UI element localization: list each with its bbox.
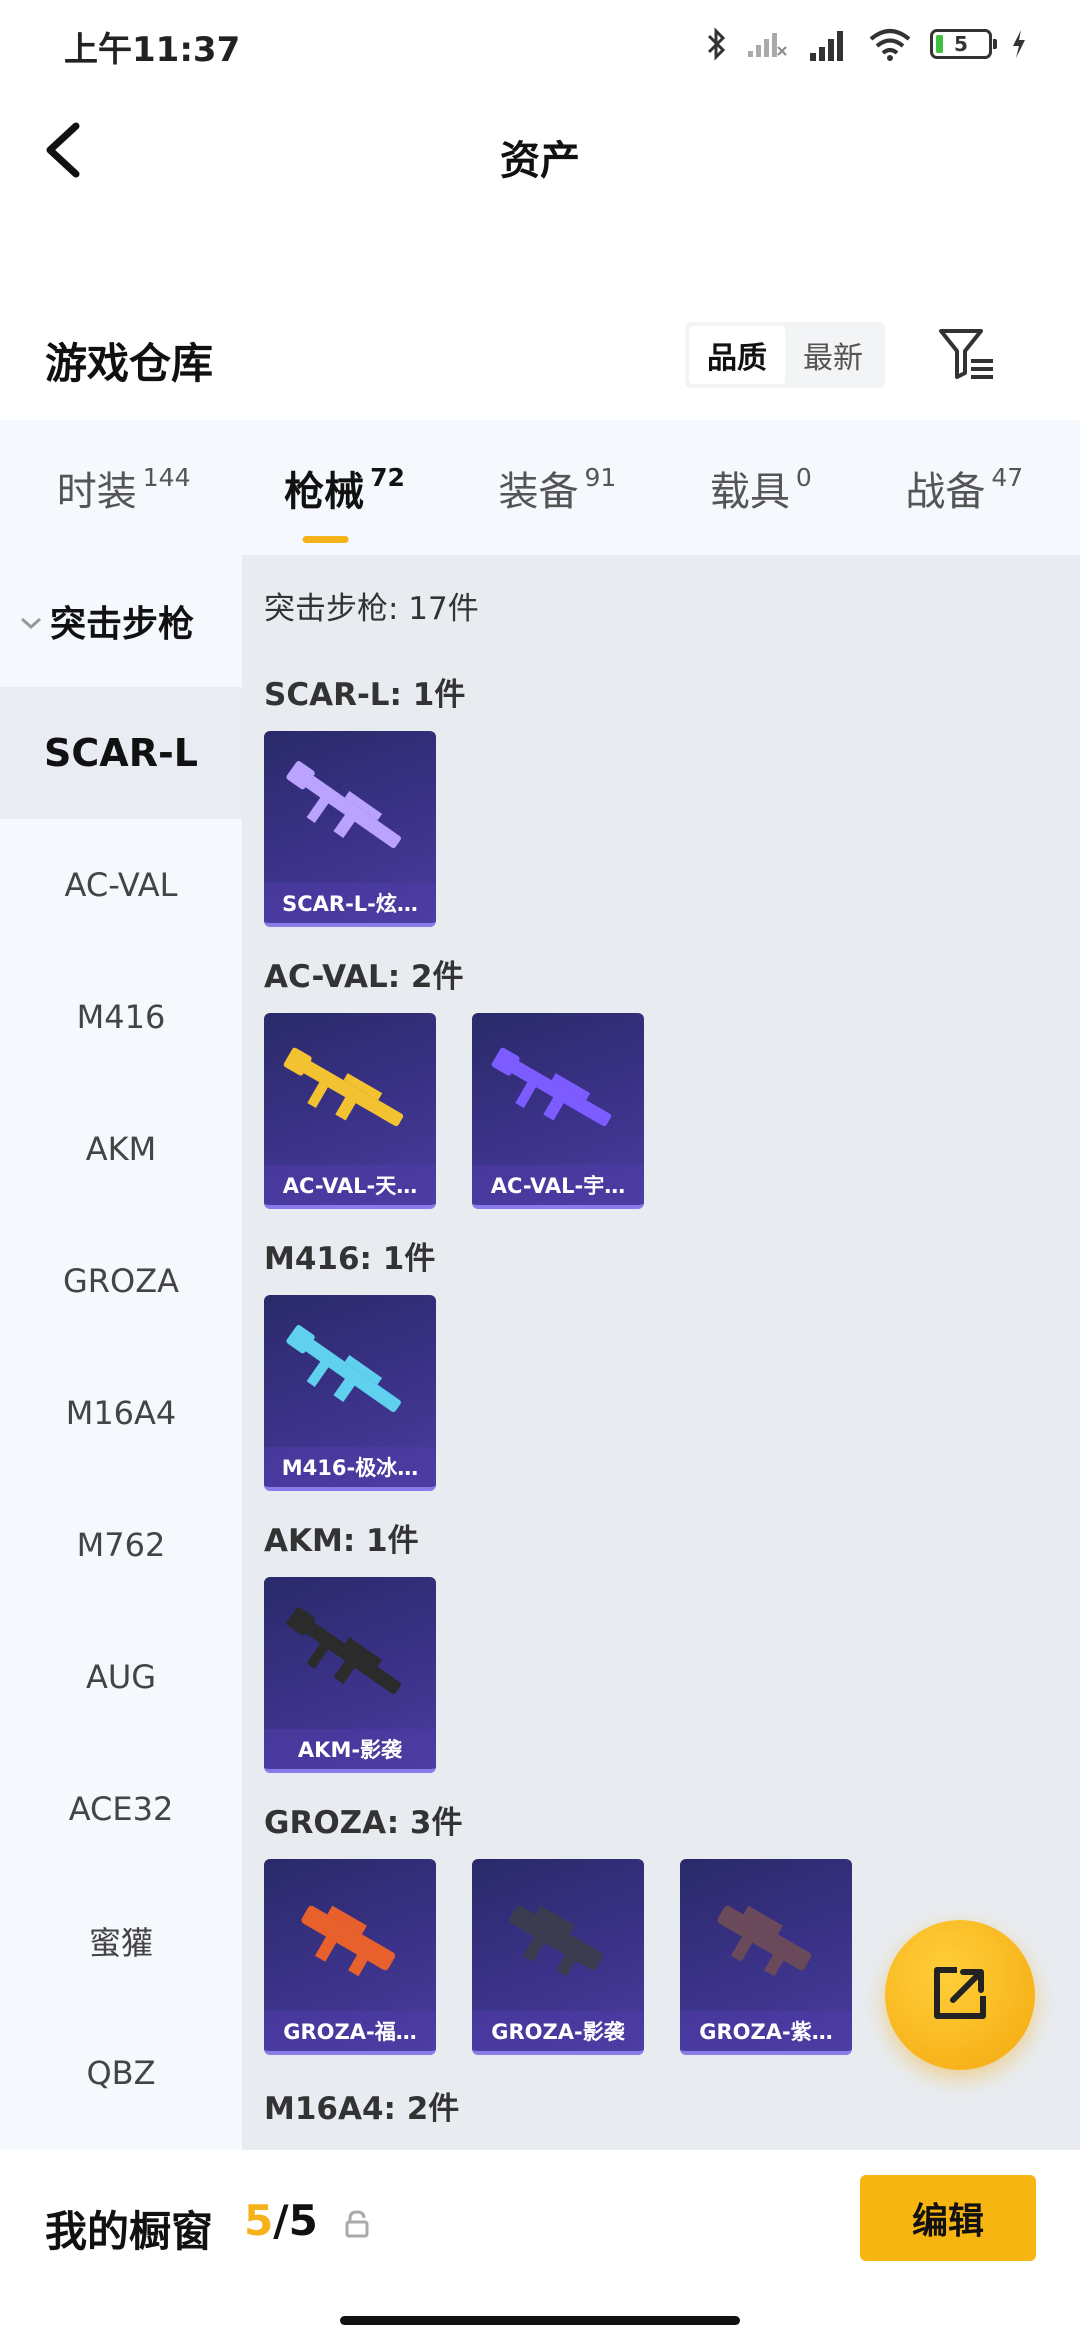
- sidebar-item-aug[interactable]: AUG: [0, 1611, 242, 1743]
- sidebar-item-honey-badger[interactable]: 蜜獾: [0, 1875, 242, 2007]
- rifle-icon: [283, 1047, 404, 1127]
- weapon-list: 突击步枪: 17件 SCAR-L: 1件 SCAR-L-炫… AC-VAL: 2…: [242, 555, 1080, 2150]
- filter-button[interactable]: [932, 322, 1002, 388]
- sidebar-item-groza[interactable]: GROZA: [0, 1215, 242, 1347]
- tab-label: 枪械: [284, 468, 365, 515]
- status-icons: 5: [706, 22, 1028, 66]
- edit-button[interactable]: 编辑: [860, 2175, 1036, 2261]
- tab-supplies[interactable]: 战备 47: [905, 459, 1023, 517]
- weapon-card[interactable]: SCAR-L-炫…: [264, 731, 436, 927]
- weapon-card-name: M416-极冰…: [264, 1447, 436, 1487]
- rifle-icon: [286, 761, 401, 849]
- tab-label: 装备: [498, 468, 579, 515]
- tab-equipment[interactable]: 装备 91: [498, 459, 616, 517]
- nav-bar: 资产: [0, 90, 1080, 210]
- weapon-card-name: AC-VAL-天…: [264, 1165, 436, 1205]
- sidebar-item-qbz[interactable]: QBZ: [0, 2007, 242, 2139]
- tab-label: 战备: [905, 468, 986, 515]
- sort-option-quality[interactable]: 品质: [689, 326, 785, 384]
- bottom-bar: 我的橱窗 5/5 编辑: [0, 2150, 1080, 2340]
- rifle-icon: [286, 1325, 401, 1413]
- sidebar-item-m762[interactable]: M762: [0, 1479, 242, 1611]
- wifi-icon: [868, 27, 912, 61]
- status-bar: 上午11:37 5: [0, 0, 1080, 90]
- rifle-icon: [301, 1905, 396, 1977]
- sidebar-item-akm[interactable]: AKM: [0, 1083, 242, 1215]
- tab-active-indicator: [303, 535, 350, 543]
- group-label-akm: AKM: 1件: [264, 1523, 419, 1559]
- showcase-used-count: 5: [244, 2196, 274, 2245]
- weapon-card[interactable]: M416-极冰…: [264, 1295, 436, 1491]
- weapon-card-name: SCAR-L-炫…: [264, 883, 436, 923]
- tab-count: 47: [991, 462, 1024, 492]
- group-label-ac-val: AC-VAL: 2件: [264, 959, 464, 995]
- group-label-m16a4: M16A4: 2件: [264, 2091, 460, 2127]
- weapon-card-name: AKM-影袭: [264, 1729, 436, 1769]
- rifle-icon: [509, 1905, 604, 1977]
- signal-off-icon: [746, 29, 788, 59]
- sidebar-group-label: 突击步枪: [50, 604, 195, 645]
- weapon-card-name: AC-VAL-宇…: [472, 1165, 644, 1205]
- showcase-total: /5: [273, 2196, 318, 2245]
- rifle-icon: [491, 1047, 612, 1127]
- sidebar-item-m16a4[interactable]: M16A4: [0, 1347, 242, 1479]
- showcase-quota: 5/5: [244, 2196, 318, 2245]
- weapon-card[interactable]: AC-VAL-天…: [264, 1013, 436, 1209]
- share-fab-button[interactable]: [885, 1920, 1035, 2070]
- rifle-icon: [286, 1607, 401, 1695]
- tab-label: 载具: [709, 468, 790, 515]
- sidebar-item-ace32[interactable]: ACE32: [0, 1743, 242, 1875]
- sidebar-item-m416[interactable]: M416: [0, 951, 242, 1083]
- group-label-m416: M416: 1件: [264, 1241, 436, 1277]
- group-label-groza: GROZA: 3件: [264, 1805, 463, 1841]
- category-tabs: 时装 144 枪械 72 装备 91 载具 0 战备 47: [0, 420, 1080, 555]
- share-external-icon: [927, 1960, 993, 2030]
- category-total: 突击步枪: 17件: [264, 591, 479, 627]
- filter-icon: [937, 325, 997, 385]
- tab-vehicles[interactable]: 载具 0: [710, 459, 812, 517]
- weapon-card[interactable]: GROZA-影袭: [472, 1859, 644, 2055]
- page-title: 资产: [500, 138, 580, 184]
- weapon-card[interactable]: GROZA-紫…: [680, 1859, 852, 2055]
- home-indicator: [340, 2316, 740, 2325]
- sidebar-group-assault-rifles[interactable]: 突击步枪: [0, 555, 242, 687]
- tab-firearms[interactable]: 枪械 72: [284, 459, 405, 543]
- section-title: 游戏仓库: [45, 339, 214, 388]
- tab-fashion[interactable]: 时装 144: [57, 459, 191, 517]
- bluetooth-icon: [706, 27, 728, 61]
- sidebar-item-scar-l[interactable]: SCAR-L: [0, 687, 242, 819]
- weapon-sidebar: 突击步枪 SCAR-L AC-VAL M416 AKM GROZA M16A4 …: [0, 555, 242, 2150]
- weapon-card[interactable]: GROZA-福…: [264, 1859, 436, 2055]
- charging-icon: [1010, 28, 1028, 60]
- weapon-card-name: GROZA-福…: [264, 2011, 436, 2051]
- battery-icon: 5: [930, 29, 997, 59]
- sort-option-latest[interactable]: 最新: [785, 326, 881, 384]
- weapon-card[interactable]: AC-VAL-宇…: [472, 1013, 644, 1209]
- tab-count: 91: [584, 462, 617, 492]
- tab-count: 144: [142, 462, 191, 492]
- tab-count: 0: [795, 462, 812, 492]
- tab-count: 72: [370, 462, 405, 492]
- lock-icon: [344, 2210, 370, 2238]
- rifle-icon: [717, 1905, 812, 1977]
- weapon-card-name: GROZA-影袭: [472, 2011, 644, 2051]
- weapon-card[interactable]: AKM-影袭: [264, 1577, 436, 1773]
- signal-hd-icon: [806, 25, 850, 63]
- sidebar-item-ac-val[interactable]: AC-VAL: [0, 819, 242, 951]
- status-time: 上午11:37: [64, 30, 241, 70]
- weapon-card-name: GROZA-紫…: [680, 2011, 852, 2051]
- chevron-down-icon: [18, 601, 44, 642]
- tab-label: 时装: [56, 468, 137, 515]
- showcase-label: 我的橱窗: [45, 2207, 214, 2256]
- group-label-scar-l: SCAR-L: 1件: [264, 677, 466, 713]
- sort-toggle: 品质 最新: [685, 322, 885, 388]
